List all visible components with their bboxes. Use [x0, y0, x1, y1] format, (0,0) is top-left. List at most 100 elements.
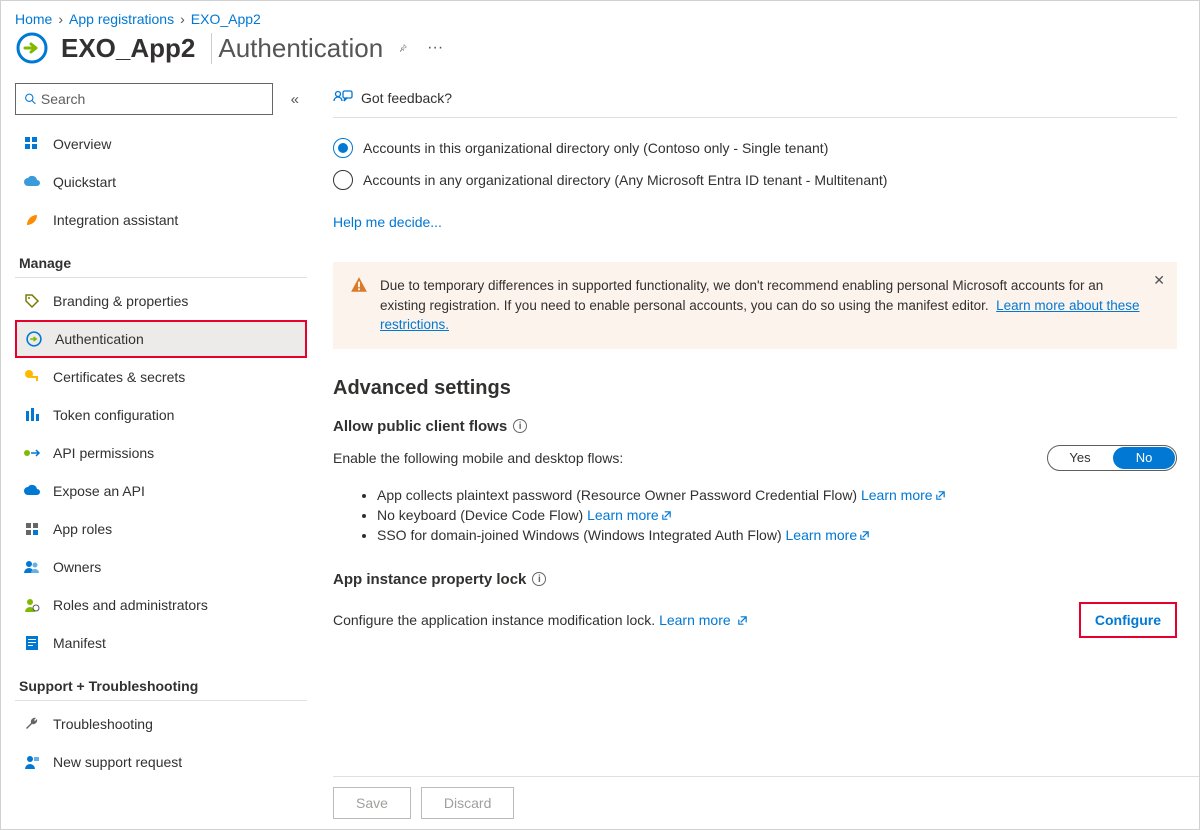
instance-lock-header: App instance property lock i — [333, 571, 1177, 588]
roles-icon — [23, 520, 41, 538]
info-icon[interactable]: i — [513, 419, 527, 433]
api-icon — [23, 444, 41, 462]
flow-item: No keyboard (Device Code Flow) Learn mor… — [377, 505, 1177, 525]
grid-icon — [23, 135, 41, 153]
sidebar-item-label: Overview — [53, 136, 111, 152]
sidebar: « Overview Quickstart Integration assist… — [1, 83, 311, 781]
sidebar-item-troubleshooting[interactable]: Troubleshooting — [15, 705, 307, 743]
cloud-api-icon — [23, 482, 41, 500]
warning-icon — [350, 276, 368, 294]
external-link-icon — [661, 510, 672, 521]
radio-single-tenant[interactable]: Accounts in this organizational director… — [333, 132, 1177, 164]
key-icon — [23, 368, 41, 386]
sidebar-item-label: Troubleshooting — [53, 716, 153, 732]
support-icon — [23, 753, 41, 771]
sidebar-item-label: Certificates & secrets — [53, 369, 185, 385]
sidebar-item-expose-api[interactable]: Expose an API — [15, 472, 307, 510]
main-content: Got feedback? Accounts in this organizat… — [311, 83, 1199, 781]
public-client-flows-toggle[interactable]: Yes No — [1047, 445, 1177, 471]
sidebar-item-label: Token configuration — [53, 407, 174, 423]
public-client-flows-header: Allow public client flows i — [333, 418, 1177, 435]
sidebar-item-label: Authentication — [55, 331, 144, 347]
breadcrumb-sep: › — [180, 11, 185, 27]
configure-button[interactable]: Configure — [1079, 602, 1177, 638]
tag-icon — [23, 292, 41, 310]
sidebar-item-overview[interactable]: Overview — [15, 125, 307, 163]
sidebar-item-label: Expose an API — [53, 483, 145, 499]
flow-item: App collects plaintext password (Resourc… — [377, 485, 1177, 505]
learn-more-link[interactable]: Learn more — [861, 487, 946, 503]
sidebar-section-manage: Manage — [15, 239, 307, 278]
sidebar-item-label: Branding & properties — [53, 293, 188, 309]
close-icon[interactable]: ✕ — [1153, 272, 1165, 289]
radio-label: Accounts in any organizational directory… — [363, 172, 887, 188]
breadcrumb-app-registrations[interactable]: App registrations — [69, 11, 174, 27]
sidebar-item-token-config[interactable]: Token configuration — [15, 396, 307, 434]
sidebar-item-roles-admins[interactable]: Roles and administrators — [15, 586, 307, 624]
more-icon[interactable]: ··· — [423, 35, 447, 61]
collapse-sidebar-button[interactable]: « — [283, 87, 307, 112]
sidebar-item-app-roles[interactable]: App roles — [15, 510, 307, 548]
search-box[interactable] — [15, 83, 273, 115]
external-link-icon — [737, 615, 748, 626]
sidebar-item-new-support[interactable]: New support request — [15, 743, 307, 781]
sidebar-item-integration-assistant[interactable]: Integration assistant — [15, 201, 307, 239]
sidebar-item-label: Quickstart — [53, 174, 116, 190]
page-title: Authentication — [211, 33, 383, 64]
auth-icon — [25, 330, 43, 348]
warning-text: Due to temporary differences in supporte… — [380, 276, 1141, 335]
pin-icon[interactable] — [395, 40, 411, 56]
external-link-icon — [935, 490, 946, 501]
cloud-icon — [23, 173, 41, 191]
wrench-icon — [23, 715, 41, 733]
radio-icon — [333, 138, 353, 158]
sidebar-item-authentication[interactable]: Authentication — [15, 320, 307, 358]
learn-more-link[interactable]: Learn more — [587, 507, 672, 523]
manifest-icon — [23, 634, 41, 652]
sidebar-item-quickstart[interactable]: Quickstart — [15, 163, 307, 201]
sidebar-item-label: API permissions — [53, 445, 154, 461]
sidebar-item-branding[interactable]: Branding & properties — [15, 282, 307, 320]
sidebar-item-label: Integration assistant — [53, 212, 178, 228]
advanced-settings-header: Advanced settings — [333, 377, 1177, 400]
sidebar-item-api-permissions[interactable]: API permissions — [15, 434, 307, 472]
sidebar-item-label: New support request — [53, 754, 182, 770]
flow-item: SSO for domain-joined Windows (Windows I… — [377, 525, 1177, 545]
owners-icon — [23, 558, 41, 576]
admins-icon — [23, 596, 41, 614]
save-button[interactable]: Save — [333, 787, 411, 819]
warning-banner: Due to temporary differences in supporte… — [333, 262, 1177, 349]
learn-more-link[interactable]: Learn more — [786, 527, 871, 543]
sidebar-item-certificates[interactable]: Certificates & secrets — [15, 358, 307, 396]
app-registration-icon — [15, 31, 49, 65]
learn-more-link[interactable]: Learn more — [659, 612, 747, 628]
enable-flows-text: Enable the following mobile and desktop … — [333, 450, 623, 466]
page-header: EXO_App2 Authentication ··· — [1, 27, 1199, 83]
info-icon[interactable]: i — [532, 572, 546, 586]
feedback-button[interactable]: Got feedback? — [333, 83, 1177, 118]
instance-lock-text: Configure the application instance modif… — [333, 612, 748, 628]
radio-icon — [333, 170, 353, 190]
footer-bar: Save Discard — [333, 776, 1199, 829]
sidebar-item-label: Roles and administrators — [53, 597, 208, 613]
sidebar-section-support: Support + Troubleshooting — [15, 662, 307, 701]
radio-multi-tenant[interactable]: Accounts in any organizational directory… — [333, 164, 1177, 196]
bars-icon — [23, 406, 41, 424]
sidebar-item-manifest[interactable]: Manifest — [15, 624, 307, 662]
sidebar-item-label: Owners — [53, 559, 101, 575]
breadcrumb-home[interactable]: Home — [15, 11, 52, 27]
toggle-yes[interactable]: Yes — [1048, 446, 1112, 470]
radio-label: Accounts in this organizational director… — [363, 140, 828, 156]
sidebar-item-label: App roles — [53, 521, 112, 537]
breadcrumb-app[interactable]: EXO_App2 — [191, 11, 261, 27]
breadcrumb-sep: › — [58, 11, 63, 27]
flows-list: App collects plaintext password (Resourc… — [377, 485, 1177, 545]
discard-button[interactable]: Discard — [421, 787, 514, 819]
help-me-decide-link[interactable]: Help me decide... — [333, 214, 442, 230]
search-input[interactable] — [41, 91, 264, 107]
app-name: EXO_App2 — [61, 33, 195, 64]
sidebar-item-owners[interactable]: Owners — [15, 548, 307, 586]
toggle-no[interactable]: No — [1113, 447, 1175, 469]
sidebar-item-label: Manifest — [53, 635, 106, 651]
breadcrumb: Home › App registrations › EXO_App2 — [1, 1, 1199, 27]
